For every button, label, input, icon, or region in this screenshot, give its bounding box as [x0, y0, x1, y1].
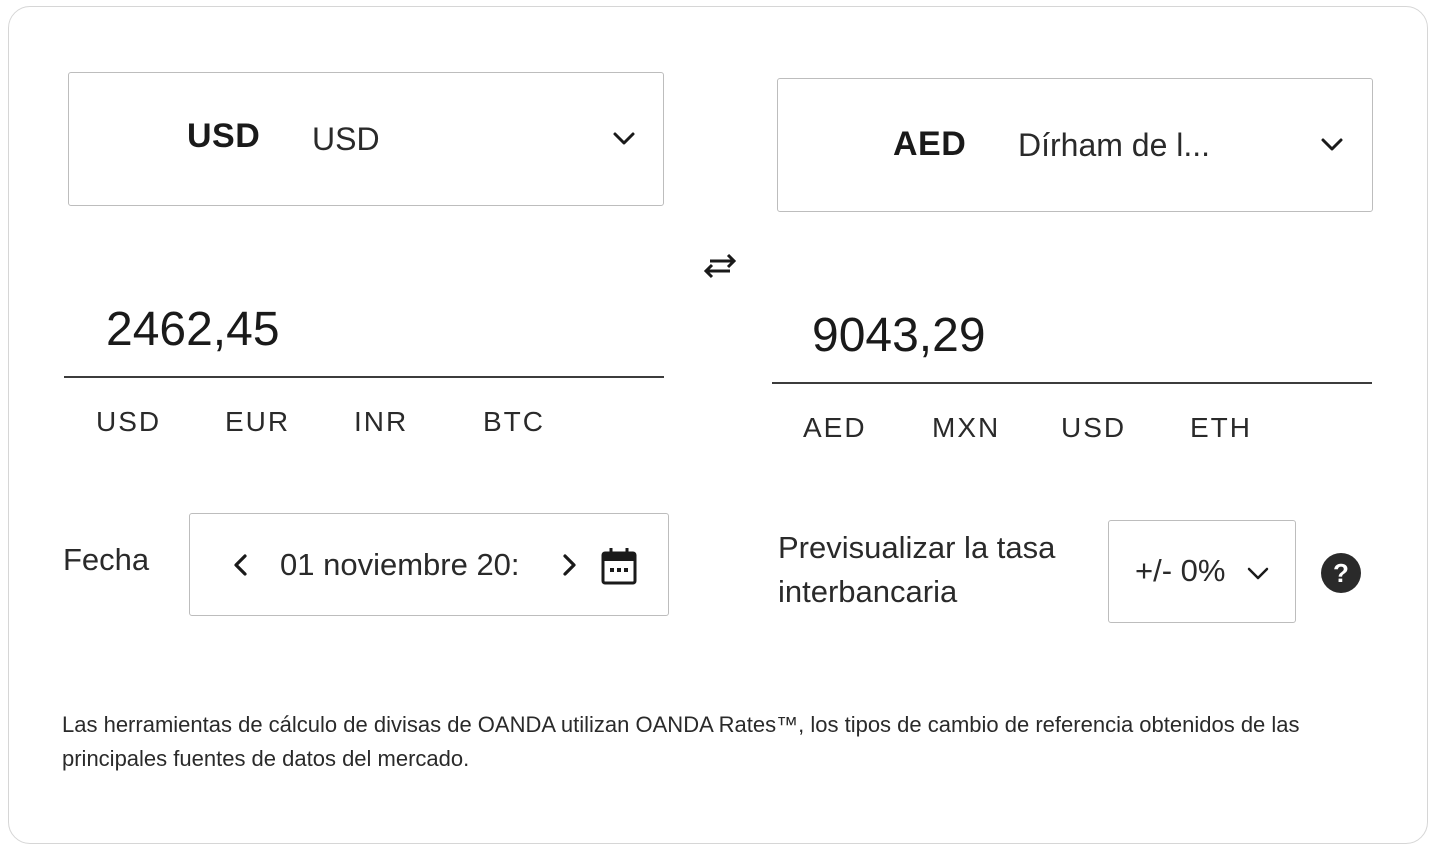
from-currency-code: USD [187, 117, 261, 155]
quick-currency-inr[interactable]: INR [354, 406, 483, 438]
chevron-down-icon [1247, 567, 1269, 580]
interbank-rate-value: +/- 0% [1135, 553, 1226, 588]
from-currency-name: USD [312, 121, 380, 157]
interbank-rate-select[interactable]: +/- 0% [1108, 520, 1296, 623]
calendar-icon[interactable] [600, 546, 638, 586]
to-currency-select[interactable]: AED Dírham de l... [777, 78, 1373, 212]
to-currency-code: AED [893, 125, 967, 163]
quick-currency-usd[interactable]: USD [1061, 412, 1190, 444]
quick-currency-mxn[interactable]: MXN [932, 412, 1061, 444]
chevron-down-icon [1321, 138, 1343, 151]
interbank-rate-label: Previsualizar la tasa interbancaria [778, 530, 1056, 609]
swap-arrows-icon[interactable] [700, 248, 740, 284]
from-quick-currencies: USD EUR INR BTC [96, 406, 612, 438]
from-currency-select[interactable]: USD USD [68, 72, 664, 206]
question-circle-icon[interactable]: ? [1320, 552, 1362, 594]
to-quick-currencies: AED MXN USD ETH [803, 412, 1319, 444]
to-amount-input[interactable] [772, 288, 1372, 384]
svg-text:?: ? [1333, 558, 1349, 588]
to-currency-name: Dírham de l... [1018, 127, 1211, 163]
quick-currency-eth[interactable]: ETH [1190, 412, 1319, 444]
quick-currency-eur[interactable]: EUR [225, 406, 354, 438]
chevron-right-icon[interactable] [556, 550, 582, 580]
quick-currency-btc[interactable]: BTC [483, 406, 612, 438]
quick-currency-aed[interactable]: AED [803, 412, 932, 444]
disclaimer-text: Las herramientas de cálculo de divisas d… [62, 712, 1300, 771]
date-label: Fecha [63, 542, 150, 577]
date-picker: 01 noviembre 20: [189, 513, 669, 616]
chevron-down-icon [613, 132, 635, 145]
date-value[interactable]: 01 noviembre 20: [280, 547, 533, 583]
from-amount-input[interactable] [64, 282, 664, 378]
chevron-left-icon[interactable] [228, 550, 254, 580]
quick-currency-usd[interactable]: USD [96, 406, 225, 438]
